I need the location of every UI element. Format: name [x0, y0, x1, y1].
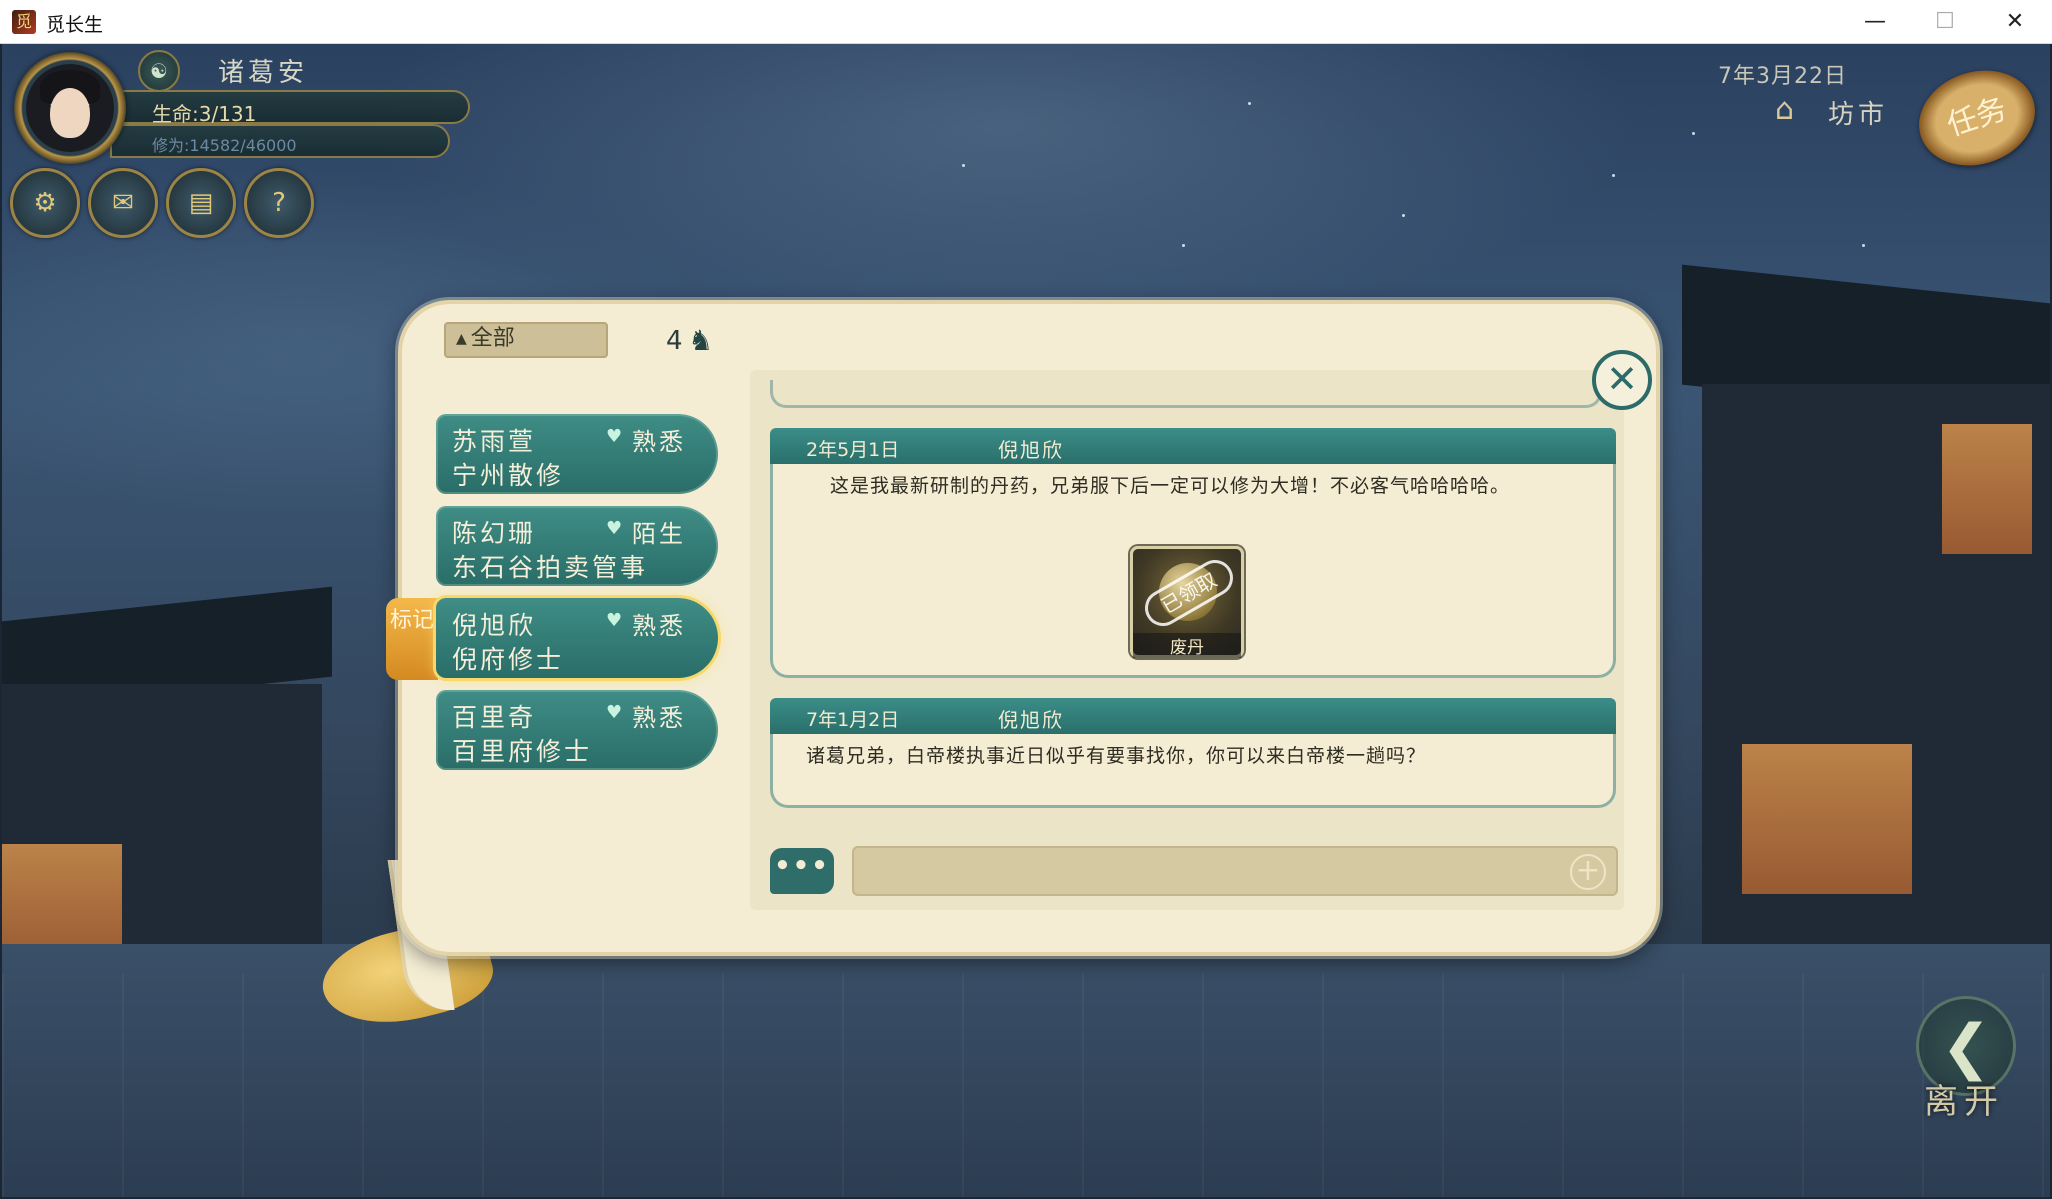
contact-name: 百里奇: [452, 703, 537, 732]
message-date: 7年1月2日: [806, 709, 900, 731]
contact-item-selected[interactable]: 倪旭欣 ♥ 熟悉 倪府修士: [436, 598, 718, 678]
message-date: 2年5月1日: [806, 439, 900, 461]
contact-item[interactable]: 苏雨萱 ♥ 熟悉 宁州散修: [436, 414, 718, 494]
close-dialog-button[interactable]: ✕: [1592, 350, 1652, 410]
close-window-button[interactable]: ✕: [1980, 0, 2050, 44]
contact-relation: 熟悉: [632, 428, 686, 456]
filter-label: 全部: [470, 326, 515, 351]
contact-relation: 陌生: [632, 520, 686, 548]
filter-dropdown[interactable]: ▲ 全部: [444, 322, 608, 358]
message-text: 诸葛兄弟，白帝楼执事近日似乎有要事找你，你可以来白帝楼一趟吗？: [806, 745, 1427, 767]
life-value: :3/131: [192, 102, 257, 126]
contact-name: 倪旭欣: [452, 611, 537, 640]
right-window-2: [1742, 744, 1912, 894]
ground-tiles: [2, 974, 2050, 1197]
window-titlebar: 觅 觅长生 — ☐ ✕: [0, 0, 2052, 44]
game-date: 7年3月22日: [1718, 64, 1847, 89]
heart-icon: ♥: [606, 426, 623, 447]
dao-icon[interactable]: ☯: [138, 50, 180, 92]
cultivation-stat: 修为:14582/46000: [152, 132, 297, 156]
contact-item[interactable]: 百里奇 ♥ 熟悉 百里府修士: [436, 690, 718, 770]
player-avatar[interactable]: [26, 64, 114, 152]
heart-icon: ♥: [606, 610, 623, 631]
message-text: 这是我最新研制的丹药，兄弟服下后一定可以修为大增！不必客气哈哈哈哈。: [830, 475, 1511, 497]
avatar-face: [50, 88, 90, 138]
contact-name: 陈幻珊: [452, 519, 537, 548]
player-name: 诸葛安: [218, 58, 309, 88]
message-header: 2年5月1日 倪旭欣: [770, 428, 1616, 464]
add-icon[interactable]: +: [1570, 854, 1606, 890]
message-sender: 倪旭欣: [998, 708, 1064, 732]
life-stat: 生命:3/131: [152, 98, 256, 127]
contact-title: 百里府修士: [452, 737, 593, 766]
contact-item[interactable]: 陈幻珊 ♥ 陌生 东石谷拍卖管事: [436, 506, 718, 586]
message-sender: 倪旭欣: [998, 438, 1064, 462]
gift-item[interactable]: 已领取 废丹: [1130, 546, 1244, 658]
contact-title: 倪府修士: [452, 645, 565, 674]
heart-icon: ♥: [606, 518, 623, 539]
friend-count: 4: [666, 326, 683, 356]
chat-input-box[interactable]: [852, 846, 1618, 896]
maximize-button[interactable]: ☐: [1910, 0, 1980, 44]
contact-title: 宁州散修: [452, 461, 565, 490]
person-icon: ♞: [688, 324, 714, 357]
contact-relation: 熟悉: [632, 704, 686, 732]
chat-bubble-icon[interactable]: •••: [770, 848, 834, 894]
app-icon: 觅: [12, 10, 36, 34]
contact-relation: 熟悉: [632, 612, 686, 640]
cultivation-label: 修为: [152, 136, 185, 155]
location-name: 坊市: [1828, 100, 1889, 130]
compass-icon[interactable]: ⚙: [10, 168, 80, 238]
message-header: 7年1月2日 倪旭欣: [770, 698, 1616, 734]
minimize-button[interactable]: —: [1840, 0, 1910, 44]
chat-input[interactable]: [864, 854, 1554, 888]
scroll-icon[interactable]: ✉: [88, 168, 158, 238]
right-window-1: [1942, 424, 2032, 554]
mark-tab[interactable]: 标记: [386, 598, 438, 680]
leave-button[interactable]: 离开: [1924, 1074, 2004, 1123]
contact-title: 东石谷拍卖管事: [452, 553, 649, 582]
life-label: 生命: [152, 102, 192, 126]
map-icon[interactable]: ▤: [166, 168, 236, 238]
triangle-up-icon: ▲: [456, 331, 467, 347]
heart-icon: ♥: [606, 702, 623, 723]
hint-icon[interactable]: ?: [244, 168, 314, 238]
window-title: 觅长生: [46, 14, 104, 36]
message-panel-top-edge: [770, 380, 1602, 408]
gift-name: 废丹: [1133, 633, 1241, 658]
pavilion-icon: ⌂: [1775, 92, 1795, 127]
contact-name: 苏雨萱: [452, 427, 537, 456]
cultivation-value: :14582/46000: [184, 136, 297, 155]
